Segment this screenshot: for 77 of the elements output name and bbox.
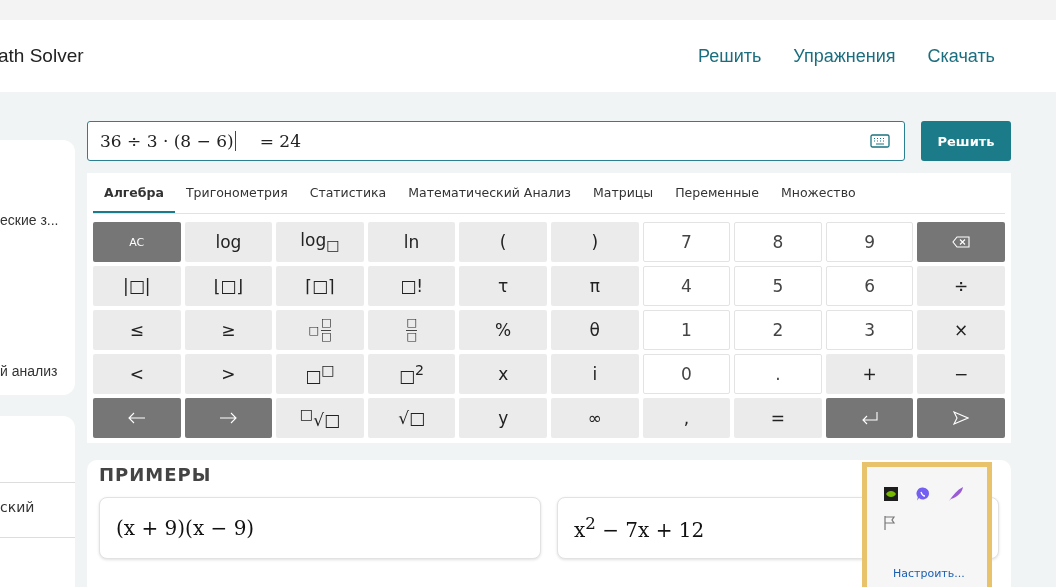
key[interactable]: = — [734, 398, 822, 438]
enter-icon — [860, 411, 879, 425]
key[interactable]: ≤ — [93, 310, 181, 350]
customize-link[interactable]: Настроить... — [893, 567, 965, 580]
solve-button[interactable]: Решить — [921, 121, 1011, 161]
sidebar-item[interactable]: еские з... — [0, 212, 59, 228]
arrow-left-icon — [127, 412, 146, 424]
tab[interactable]: Матрицы — [582, 173, 665, 213]
send-icon — [953, 411, 970, 425]
arrow-right-icon — [219, 412, 238, 424]
key[interactable]: 2 — [734, 310, 822, 350]
key[interactable]: ln — [367, 222, 456, 262]
key[interactable]: < — [93, 354, 181, 394]
key[interactable]: 5 — [734, 266, 822, 306]
backspace-icon — [952, 236, 971, 248]
tab[interactable]: Математический Анализ — [397, 173, 582, 213]
key[interactable]: y — [459, 398, 547, 438]
key[interactable]: > — [184, 354, 273, 394]
key[interactable]: . — [734, 354, 822, 394]
fraction-key[interactable]: □ □ — [367, 310, 456, 350]
result-text: = 24 — [259, 131, 302, 151]
tab[interactable]: Множество — [769, 173, 867, 213]
key[interactable]: □! — [367, 266, 456, 306]
flag-icon[interactable] — [883, 515, 897, 531]
tab[interactable]: Переменные — [664, 173, 770, 213]
key[interactable]: ) — [551, 222, 639, 262]
key[interactable]: ≥ — [184, 310, 273, 350]
key[interactable]: log — [184, 222, 273, 262]
key[interactable]: 4 — [642, 266, 731, 306]
key[interactable]: − — [917, 354, 1005, 394]
key[interactable]: 8 — [734, 222, 822, 262]
key[interactable]: + — [825, 354, 914, 394]
key[interactable]: ÷ — [917, 266, 1005, 306]
key[interactable]: 6 — [825, 266, 914, 306]
key[interactable]: τ — [459, 266, 547, 306]
nav-link[interactable]: Скачать — [927, 45, 995, 67]
expression-text: 36 ÷ 3 · (8 − 6) — [100, 131, 234, 151]
nav-link[interactable]: Упражнения — [793, 45, 896, 67]
example-card[interactable]: (x + 9)(x − 9) — [99, 497, 541, 559]
nav-link[interactable]: Решить — [698, 45, 762, 67]
key[interactable]: × — [917, 310, 1005, 350]
key[interactable]: □$^{2}$ — [367, 354, 456, 394]
key[interactable]: □$^{□}$ — [276, 354, 364, 394]
key[interactable]: ⌈□⌉ — [276, 266, 364, 306]
sidebar-item[interactable]: ский — [0, 482, 75, 538]
feather-icon[interactable] — [947, 485, 965, 503]
right-key[interactable] — [184, 398, 273, 438]
math-input-field[interactable]: 36 ÷ 3 · (8 − 6) = 24 — [87, 121, 905, 161]
key[interactable]: ∞ — [551, 398, 639, 438]
sidebar-item[interactable]: й анализ — [0, 363, 58, 379]
key[interactable]: x — [459, 354, 547, 394]
key[interactable]: θ — [551, 310, 639, 350]
key[interactable]: |□| — [93, 266, 181, 306]
key[interactable]: $^{□}$√□ — [276, 398, 364, 438]
key[interactable]: ⌊□⌋ — [184, 266, 273, 306]
key[interactable]: 1 — [642, 310, 731, 350]
key[interactable]: √□ — [367, 398, 456, 438]
tab[interactable]: Тригонометрия — [174, 173, 299, 213]
keyboard-icon[interactable] — [870, 134, 890, 148]
key[interactable]: 3 — [825, 310, 914, 350]
chat-app-icon[interactable] — [915, 486, 931, 502]
key[interactable]: log$_{□}$ — [276, 222, 364, 262]
eye-app-icon[interactable] — [883, 486, 899, 502]
key[interactable]: i — [551, 354, 639, 394]
key[interactable]: AC — [93, 222, 181, 262]
examples-heading: ПРИМЕРЫ — [99, 464, 213, 485]
backspace-key[interactable] — [917, 222, 1005, 262]
key[interactable]: % — [459, 310, 547, 350]
key[interactable]: 9 — [825, 222, 914, 262]
key[interactable]: , — [642, 398, 731, 438]
tab[interactable]: Алгебра — [93, 173, 175, 213]
key[interactable]: 0 — [642, 354, 731, 394]
tab[interactable]: Статистика — [298, 173, 398, 213]
key[interactable]: 7 — [642, 222, 731, 262]
key[interactable]: ( — [459, 222, 547, 262]
enter-key[interactable] — [825, 398, 914, 438]
key[interactable]: π — [551, 266, 639, 306]
